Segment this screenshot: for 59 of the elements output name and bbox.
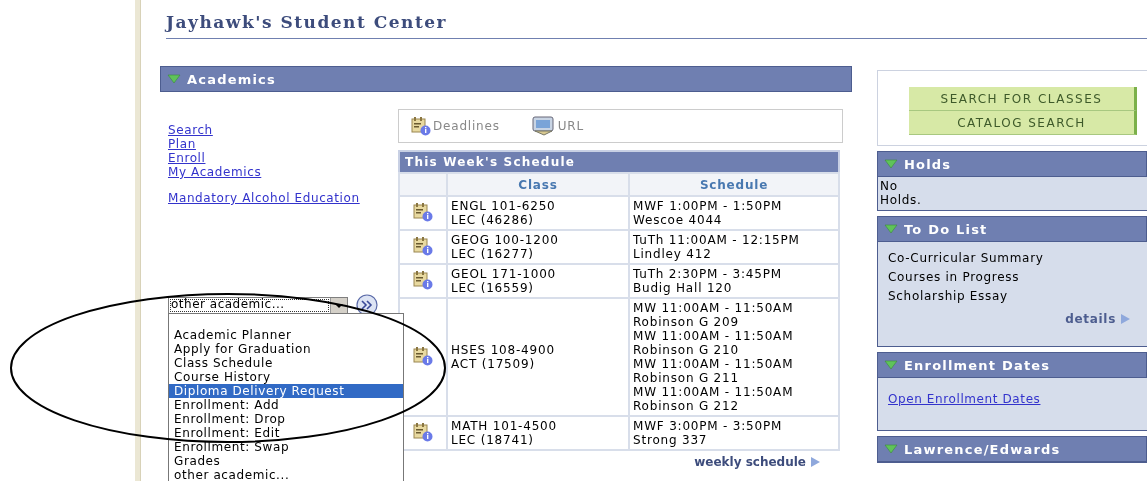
weekly-schedule-link[interactable]: weekly schedule [694, 455, 821, 469]
column-header: Class [447, 173, 629, 196]
section-title: Academics [187, 71, 276, 87]
dropdown-option[interactable]: Course History [169, 370, 403, 384]
monitor-icon[interactable] [531, 116, 556, 136]
academic-select[interactable]: other academic... [168, 296, 348, 314]
table-title: This Week's Schedule [399, 151, 839, 173]
table-cell: ENGL 101-6250 LEC (46286) [447, 196, 629, 230]
search-button[interactable]: CATALOG SEARCH [909, 111, 1137, 135]
section-header[interactable]: Holds [877, 151, 1147, 177]
holds-text: No Holds. [879, 178, 923, 209]
section-header[interactable]: Academics [160, 66, 852, 92]
enrollment-dates-link[interactable]: Open Enrollment Dates [888, 392, 1041, 406]
table-cell: TuTh 11:00AM - 12:15PM Lindley 412 [629, 230, 839, 264]
tool-link[interactable]: URL [531, 116, 584, 136]
dropdown-option[interactable]: Diploma Delivery Request [169, 384, 403, 398]
dropdown-option[interactable]: other academic... [169, 468, 403, 481]
section-title: Holds [904, 156, 952, 172]
table-cell: MW 11:00AM - 11:50AM Robinson G 209 MW 11:00AM - 11:50AM Robinson G 210 MW 11:00AM - 11:50AM Robinson G 211 MW 11:00AM - 11:50AM Robinson G 212 [629, 298, 839, 416]
dropdown-option[interactable]: Apply for Graduation [169, 342, 403, 356]
nav-link[interactable]: Mandatory Alcohol Education [168, 191, 360, 205]
table-cell: HSES 108-4900 ACT (17509) [447, 298, 629, 416]
section-title: Lawrence/Edwards [904, 441, 1061, 457]
calendar-info-icon[interactable] [411, 116, 431, 136]
dropdown-option[interactable]: Class Schedule [169, 356, 403, 370]
details-link[interactable]: details [878, 306, 1147, 346]
search-button[interactable]: SEARCH FOR CLASSES [909, 87, 1137, 111]
section-header[interactable]: Enrollment Dates [877, 352, 1147, 378]
calendar-info-icon[interactable] [413, 269, 433, 290]
dropdown-option[interactable]: Enrollment: Swap [169, 440, 403, 454]
dropdown-option[interactable]: Academic Planner [169, 328, 403, 342]
nav-link[interactable]: Enroll [168, 151, 206, 165]
table-cell: GEOL 171-1000 LEC (16559) [447, 264, 629, 298]
nav-link[interactable]: My Academics [168, 165, 262, 179]
dropdown-option[interactable]: Enrollment: Add [169, 398, 403, 412]
dropdown-option[interactable]: Enrollment: Edit [169, 426, 403, 440]
todo-item[interactable]: Scholarship Essay [888, 287, 1137, 306]
calendar-info-icon[interactable] [413, 235, 433, 256]
section-header[interactable]: To Do List [877, 216, 1147, 242]
table-cell: MATH 101-4500 LEC (18741) [447, 416, 629, 450]
column-header: Schedule [629, 173, 839, 196]
tool-link[interactable]: Deadlines [411, 116, 500, 136]
calendar-info-icon[interactable] [413, 201, 433, 222]
table-cell: TuTh 2:30PM - 3:45PM Budig Hall 120 [629, 264, 839, 298]
calendar-info-icon[interactable] [413, 345, 433, 366]
table-cell: MWF 3:00PM - 3:50PM Strong 337 [629, 416, 839, 450]
section-header[interactable]: Lawrence/Edwards [877, 436, 1147, 462]
dropdown-option[interactable]: Grades [169, 454, 403, 468]
todo-item[interactable]: Courses in Progress [888, 268, 1137, 287]
table-cell: MWF 1:00PM - 1:50PM Wescoe 4044 [629, 196, 839, 230]
calendar-info-icon[interactable] [413, 421, 433, 442]
nav-link[interactable]: Search [168, 123, 213, 137]
section-title: To Do List [904, 221, 988, 237]
section-title: Enrollment Dates [904, 357, 1051, 373]
table-cell: GEOG 100-1200 LEC (16277) [447, 230, 629, 264]
nav-link[interactable]: Plan [168, 137, 196, 151]
dropdown-option[interactable]: Enrollment: Drop [169, 412, 403, 426]
page-title: Jayhawk's Student Center [166, 12, 1147, 39]
todo-item[interactable]: Co-Curricular Summary [888, 249, 1137, 268]
